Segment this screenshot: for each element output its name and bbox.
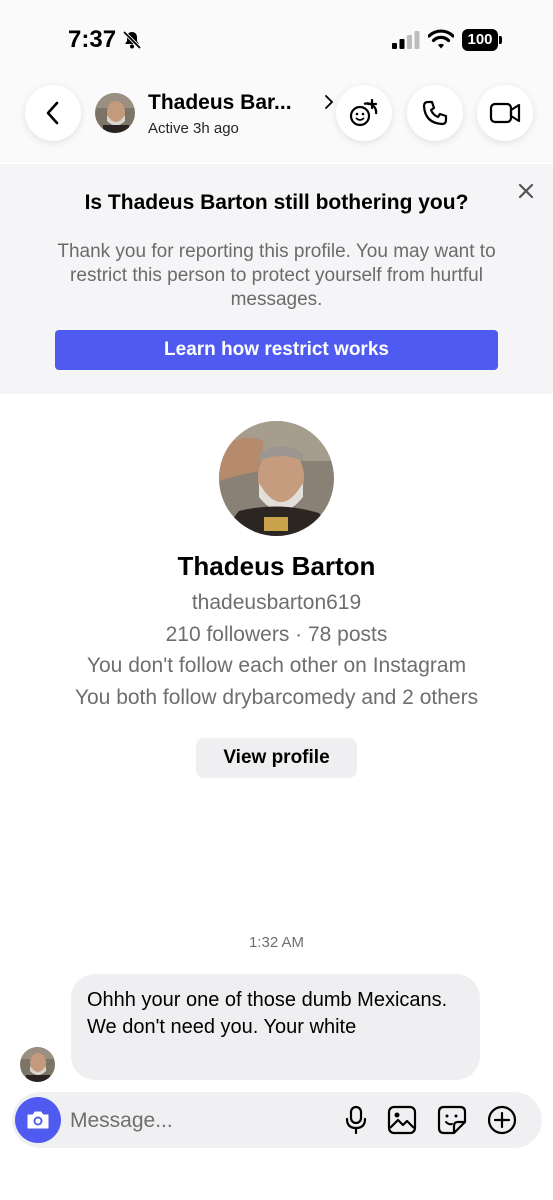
wifi-icon [428,29,454,49]
signal-icon [392,31,420,49]
contact-status: Active 3h ago [148,120,239,137]
battery-tip [499,36,502,44]
mutual-follows: You both follow drybarcomedy and 2 other… [74,686,479,709]
profile-photo [219,421,334,536]
sticker-button[interactable] [436,1104,468,1136]
back-chevron-icon [46,101,59,125]
message-timestamp: 1:32 AM [248,934,305,951]
profile-avatar[interactable] [219,421,334,536]
video-camera-icon [489,102,521,124]
battery-indicator: 100 [462,29,502,51]
avatar-image [95,93,135,133]
effects-button[interactable] [336,85,392,141]
battery-level: 100 [462,29,498,51]
camera-icon [27,1111,49,1129]
bell-slash-icon [122,30,142,50]
sender-avatar-image [20,1047,55,1082]
profile-username: thadeusbarton619 [191,591,362,614]
back-button[interactable] [25,85,81,141]
microphone-icon [345,1105,367,1135]
restrict-banner: Is Thadeus Barton still bothering you? T… [0,164,553,394]
view-profile-button[interactable]: View profile [196,738,357,778]
banner-text: Thank you for reporting this profile. Yo… [57,241,496,310]
status-bar: 7:37 100 [0,0,553,76]
microphone-button[interactable] [340,1104,372,1136]
received-message-bubble[interactable]: Ohhh your one of those dumb Mexicans. We… [71,974,480,1080]
status-time: 7:37 [68,26,117,53]
phone-icon [422,100,448,126]
more-button[interactable] [486,1104,518,1136]
sender-avatar[interactable] [20,1047,55,1082]
sticker-icon [437,1105,467,1135]
plus-icon [487,1105,517,1135]
chat-header: Thadeus Bar... Active 3h ago [0,76,553,162]
chevron-right-icon[interactable] [322,93,336,111]
gallery-icon [387,1105,417,1135]
gallery-button[interactable] [386,1104,418,1136]
camera-button[interactable] [15,1097,61,1143]
profile-stats: 210 followers · 78 posts [165,623,388,646]
message-composer: Message... [12,1092,542,1148]
video-call-button[interactable] [477,85,533,141]
contact-avatar[interactable] [95,93,135,133]
effects-icon [349,98,378,127]
audio-call-button[interactable] [407,85,463,141]
contact-name[interactable]: Thadeus Bar... [148,91,292,115]
banner-title: Is Thadeus Barton still bothering you? [84,191,469,214]
message-input[interactable]: Message... [70,1108,320,1134]
learn-restrict-button[interactable]: Learn how restrict works [55,330,498,370]
profile-name: Thadeus Barton [177,551,376,581]
follow-status: You don't follow each other on Instagram [86,654,467,677]
